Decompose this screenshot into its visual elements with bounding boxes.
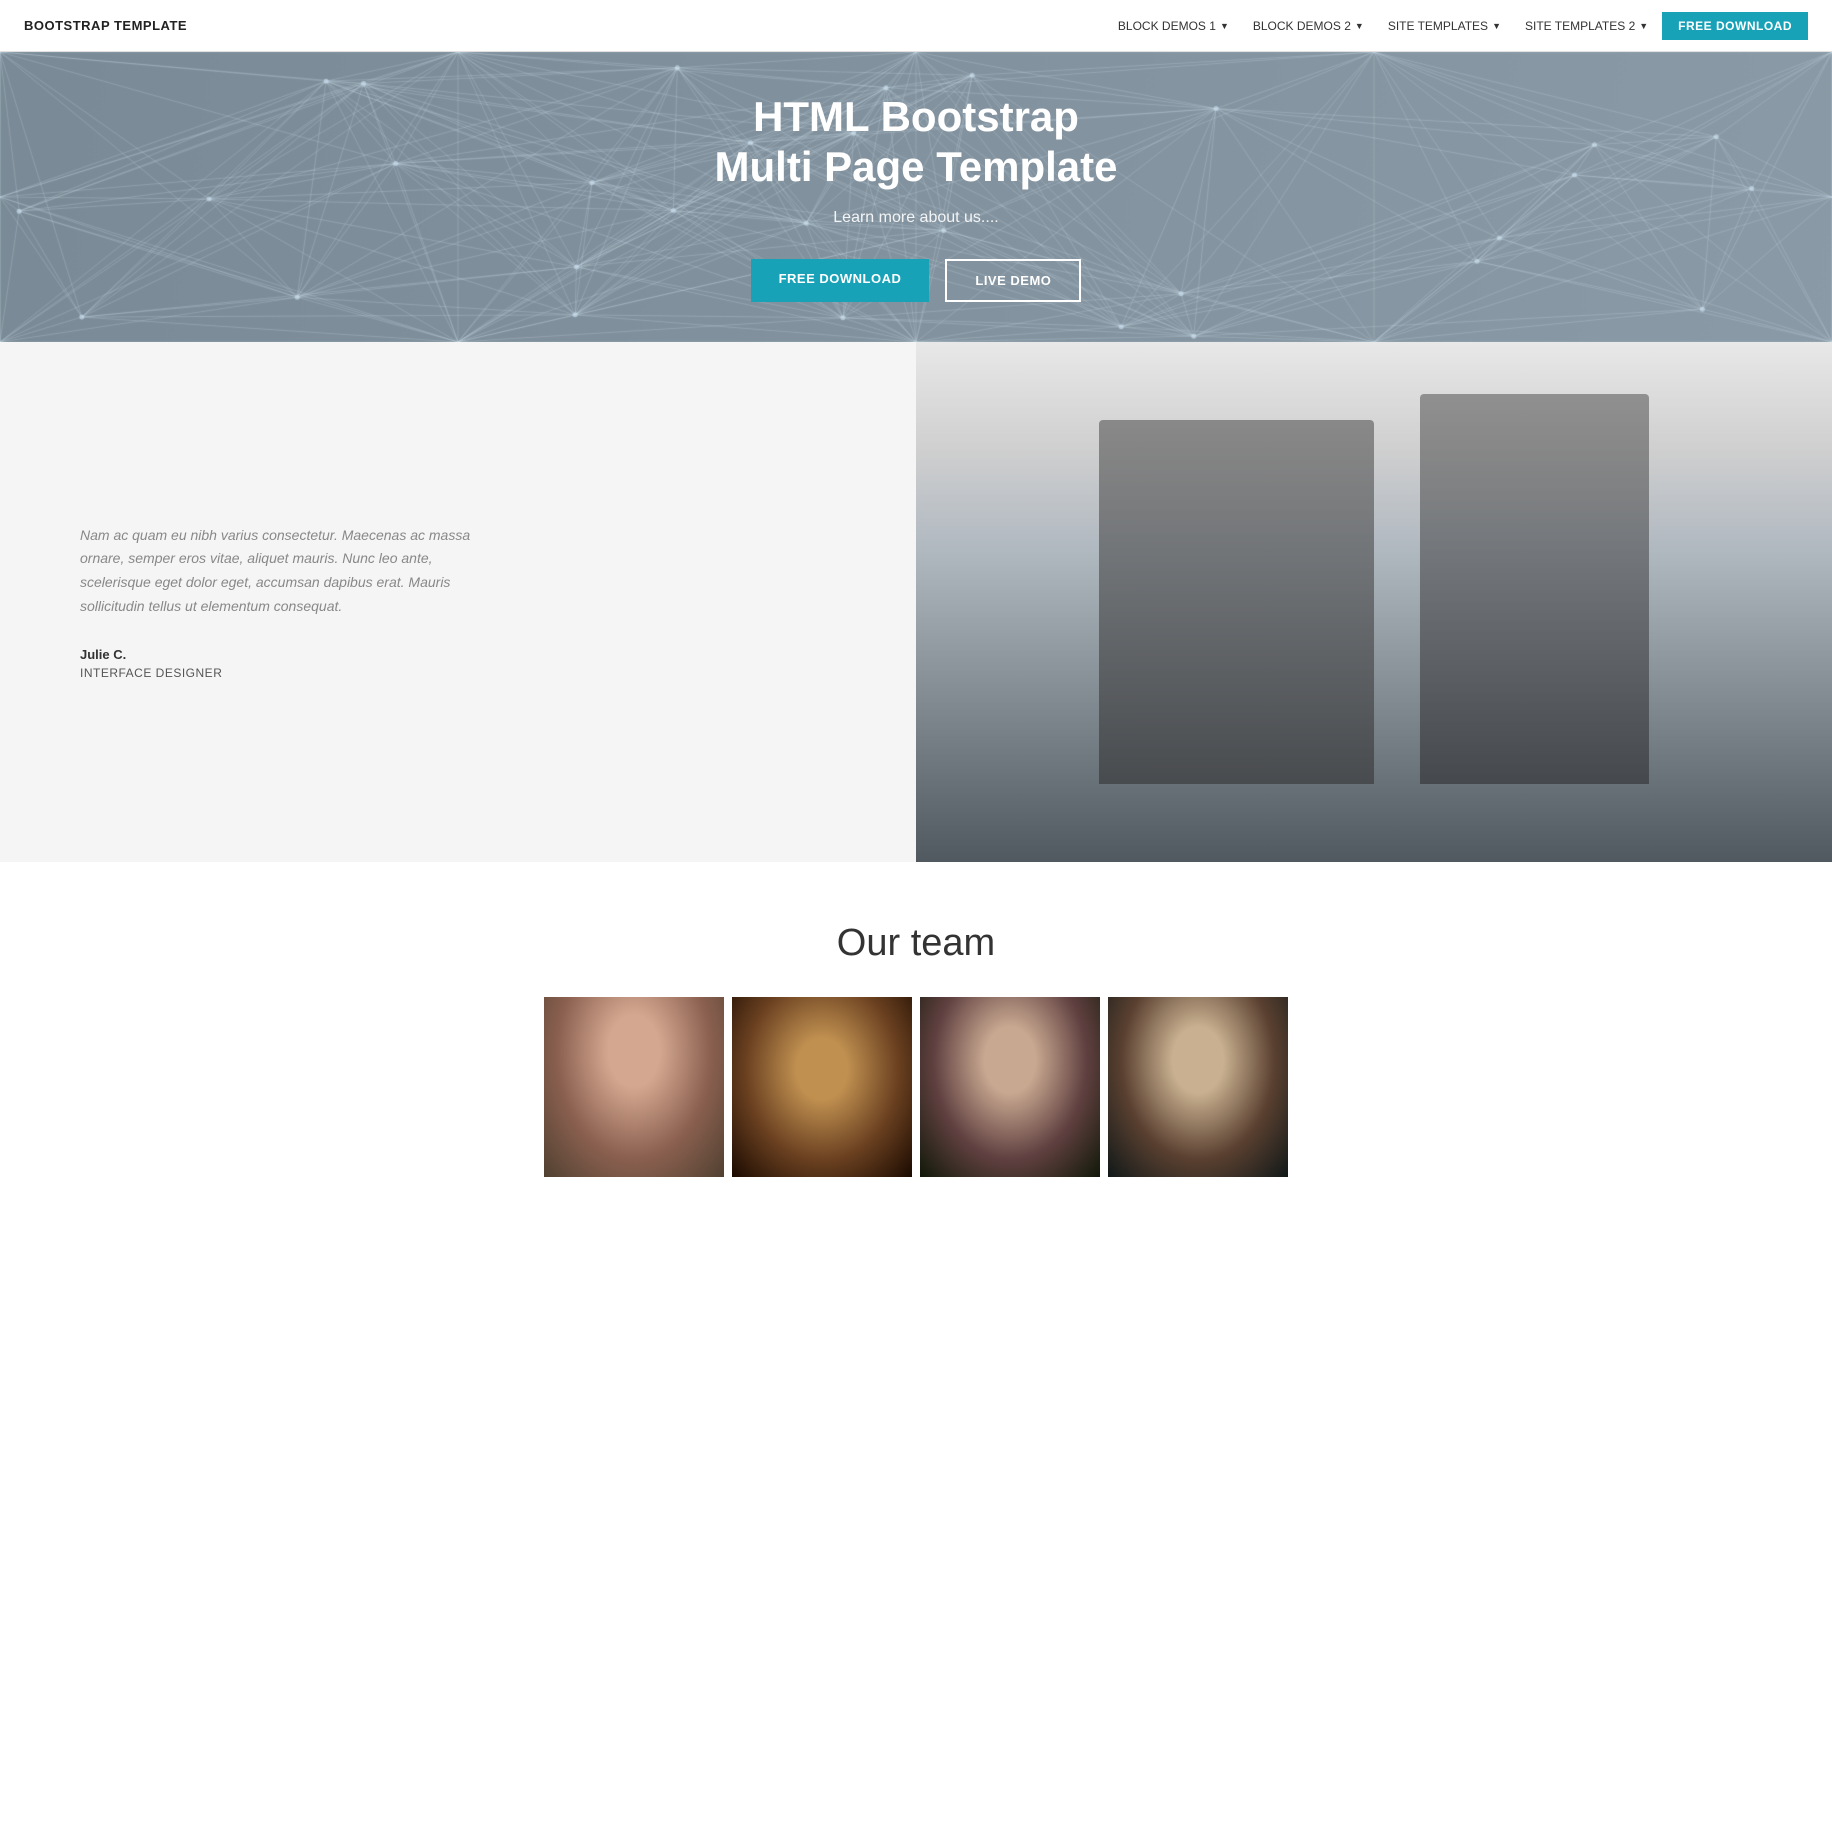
hero-free-download-button[interactable]: FREE DOWNLOAD <box>751 259 930 302</box>
feature-section: Nam ac quam eu nibh varius consectetur. … <box>0 342 1832 862</box>
dropdown-arrow-icon: ▼ <box>1639 21 1648 31</box>
nav-site-templates[interactable]: SITE TEMPLATES ▼ <box>1378 13 1511 39</box>
team-photo-3 <box>920 997 1100 1177</box>
navigation: BOOTSTRAP TEMPLATE BLOCK DEMOS 1 ▼ BLOCK… <box>0 0 1832 52</box>
nav-links: BLOCK DEMOS 1 ▼ BLOCK DEMOS 2 ▼ SITE TEM… <box>1108 12 1808 40</box>
team-title: Our team <box>20 922 1812 965</box>
feature-text: Nam ac quam eu nibh varius consectetur. … <box>0 342 916 862</box>
nav-block-demos-1[interactable]: BLOCK DEMOS 1 ▼ <box>1108 13 1239 39</box>
hero-subtitle: Learn more about us.... <box>715 209 1118 227</box>
feature-name: Julie C. <box>80 647 480 662</box>
feature-office-photo <box>916 342 1832 862</box>
team-card-1 <box>544 997 724 1177</box>
dropdown-arrow-icon: ▼ <box>1355 21 1364 31</box>
team-photo-2 <box>732 997 912 1177</box>
team-photo-4 <box>1108 997 1288 1177</box>
feature-quote: Nam ac quam eu nibh varius consectetur. … <box>80 524 480 619</box>
team-grid <box>20 997 1812 1177</box>
dropdown-arrow-icon: ▼ <box>1492 21 1501 31</box>
hero-section: HTML Bootstrap Multi Page Template Learn… <box>0 52 1832 342</box>
nav-brand[interactable]: BOOTSTRAP TEMPLATE <box>24 18 187 33</box>
dropdown-arrow-icon: ▼ <box>1220 21 1229 31</box>
team-card-2 <box>732 997 912 1177</box>
team-card-4 <box>1108 997 1288 1177</box>
feature-role: INTERFACE DESIGNER <box>80 666 480 680</box>
feature-text-inner: Nam ac quam eu nibh varius consectetur. … <box>80 524 480 680</box>
team-section: Our team <box>0 862 1832 1217</box>
team-photo-1 <box>544 997 724 1177</box>
hero-title: HTML Bootstrap Multi Page Template <box>715 92 1118 193</box>
feature-image <box>916 342 1832 862</box>
nav-free-download-button[interactable]: FREE DOWNLOAD <box>1662 12 1808 40</box>
nav-block-demos-2[interactable]: BLOCK DEMOS 2 ▼ <box>1243 13 1374 39</box>
hero-buttons: FREE DOWNLOAD LIVE DEMO <box>715 259 1118 302</box>
team-card-3 <box>920 997 1100 1177</box>
nav-site-templates-2[interactable]: SITE TEMPLATES 2 ▼ <box>1515 13 1658 39</box>
hero-content: HTML Bootstrap Multi Page Template Learn… <box>695 52 1138 342</box>
hero-live-demo-button[interactable]: LIVE DEMO <box>945 259 1081 302</box>
